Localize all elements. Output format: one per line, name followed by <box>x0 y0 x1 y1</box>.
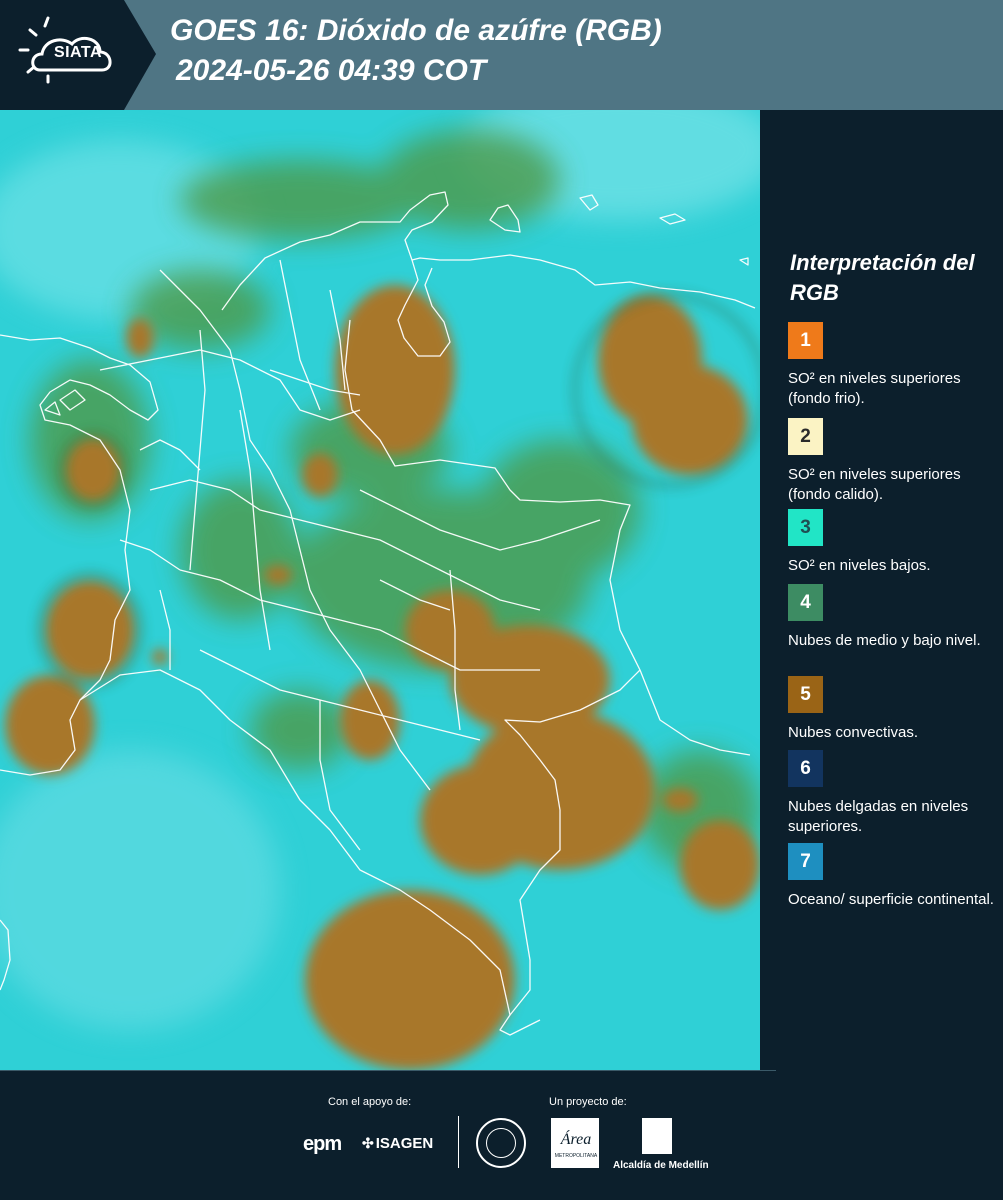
siata-logo: SIATA <box>0 0 156 110</box>
footer-rule <box>0 1070 776 1071</box>
isagen-logo-text: ISAGEN <box>375 1135 434 1152</box>
area-metropolitana-logo: Área METROPOLITANA <box>551 1118 599 1168</box>
legend-swatch-4: 4 <box>788 584 823 621</box>
area-logo-text: Área <box>560 1131 592 1148</box>
medellin-seal-icon <box>476 1118 526 1168</box>
alcaldia-shield-icon <box>642 1118 672 1154</box>
page-root: { "header": { "logo_text": "SIATA", "tit… <box>0 0 1003 1200</box>
legend-item-3: 3 SO² en niveles bajos. <box>788 509 998 576</box>
siata-logo-text: SIATA <box>53 44 103 61</box>
legend-label-2: SO² en niveles superiores (fondo calido)… <box>788 466 961 503</box>
legend-swatch-3: 3 <box>788 509 823 546</box>
legend-item-7: 7 Oceano/ superficie continental. <box>788 843 998 910</box>
satellite-image <box>0 110 760 1070</box>
legend-swatch-2: 2 <box>788 418 823 455</box>
legend-swatch-6: 6 <box>788 750 823 787</box>
area-logo-sub: METROPOLITANA <box>554 1153 598 1159</box>
project-label: Un proyecto de: <box>549 1096 627 1108</box>
legend-item-1: 1 SO² en niveles superiores (fondo frio)… <box>788 322 998 409</box>
legend-item-4: 4 Nubes de medio y bajo nivel. <box>788 584 998 651</box>
isagen-logo: ✣ ISAGEN <box>362 1135 433 1152</box>
seal-inner <box>486 1128 516 1158</box>
support-label: Con el apoyo de: <box>328 1096 412 1108</box>
legend-item-5: 5 Nubes convectivas. <box>788 676 998 743</box>
isagen-mark-icon: ✣ <box>362 1135 374 1151</box>
footer: Con el apoyo de: Un proyecto de: epm ✣ IS… <box>0 1070 1003 1200</box>
legend-panel: Interpretación del RGB 1 SO² en niveles … <box>760 110 1003 1070</box>
legend-label-5: Nubes convectivas. <box>788 724 919 741</box>
legend-label-1: SO² en niveles superiores (fondo frio). <box>788 370 961 407</box>
page-timestamp: 2024-05-26 04:39 COT <box>176 54 487 87</box>
legend-swatch-7: 7 <box>788 843 823 880</box>
legend-label-6: Nubes delgadas en niveles superiores. <box>788 798 969 835</box>
legend-item-6: 6 Nubes delgadas en niveles superiores. <box>788 750 998 837</box>
satellite-map <box>0 110 760 1070</box>
legend-swatch-5: 5 <box>788 676 823 713</box>
header-bar: SIATA GOES 16: Dióxido de azúfre (RGB) 2… <box>0 0 1003 110</box>
page-title: GOES 16: Dióxido de azúfre (RGB) <box>170 14 662 47</box>
legend-title: Interpretación del RGB <box>790 250 975 305</box>
legend-label-7: Oceano/ superficie continental. <box>788 891 994 908</box>
footer-divider <box>458 1116 459 1168</box>
epm-logo: epm <box>303 1133 342 1155</box>
alcaldia-label: Alcaldía de Medellín <box>613 1160 709 1171</box>
legend-label-3: SO² en niveles bajos. <box>788 557 931 574</box>
legend-item-2: 2 SO² en niveles superiores (fondo calid… <box>788 418 998 505</box>
legend-swatch-1: 1 <box>788 322 823 359</box>
legend-label-4: Nubes de medio y bajo nivel. <box>788 632 981 649</box>
